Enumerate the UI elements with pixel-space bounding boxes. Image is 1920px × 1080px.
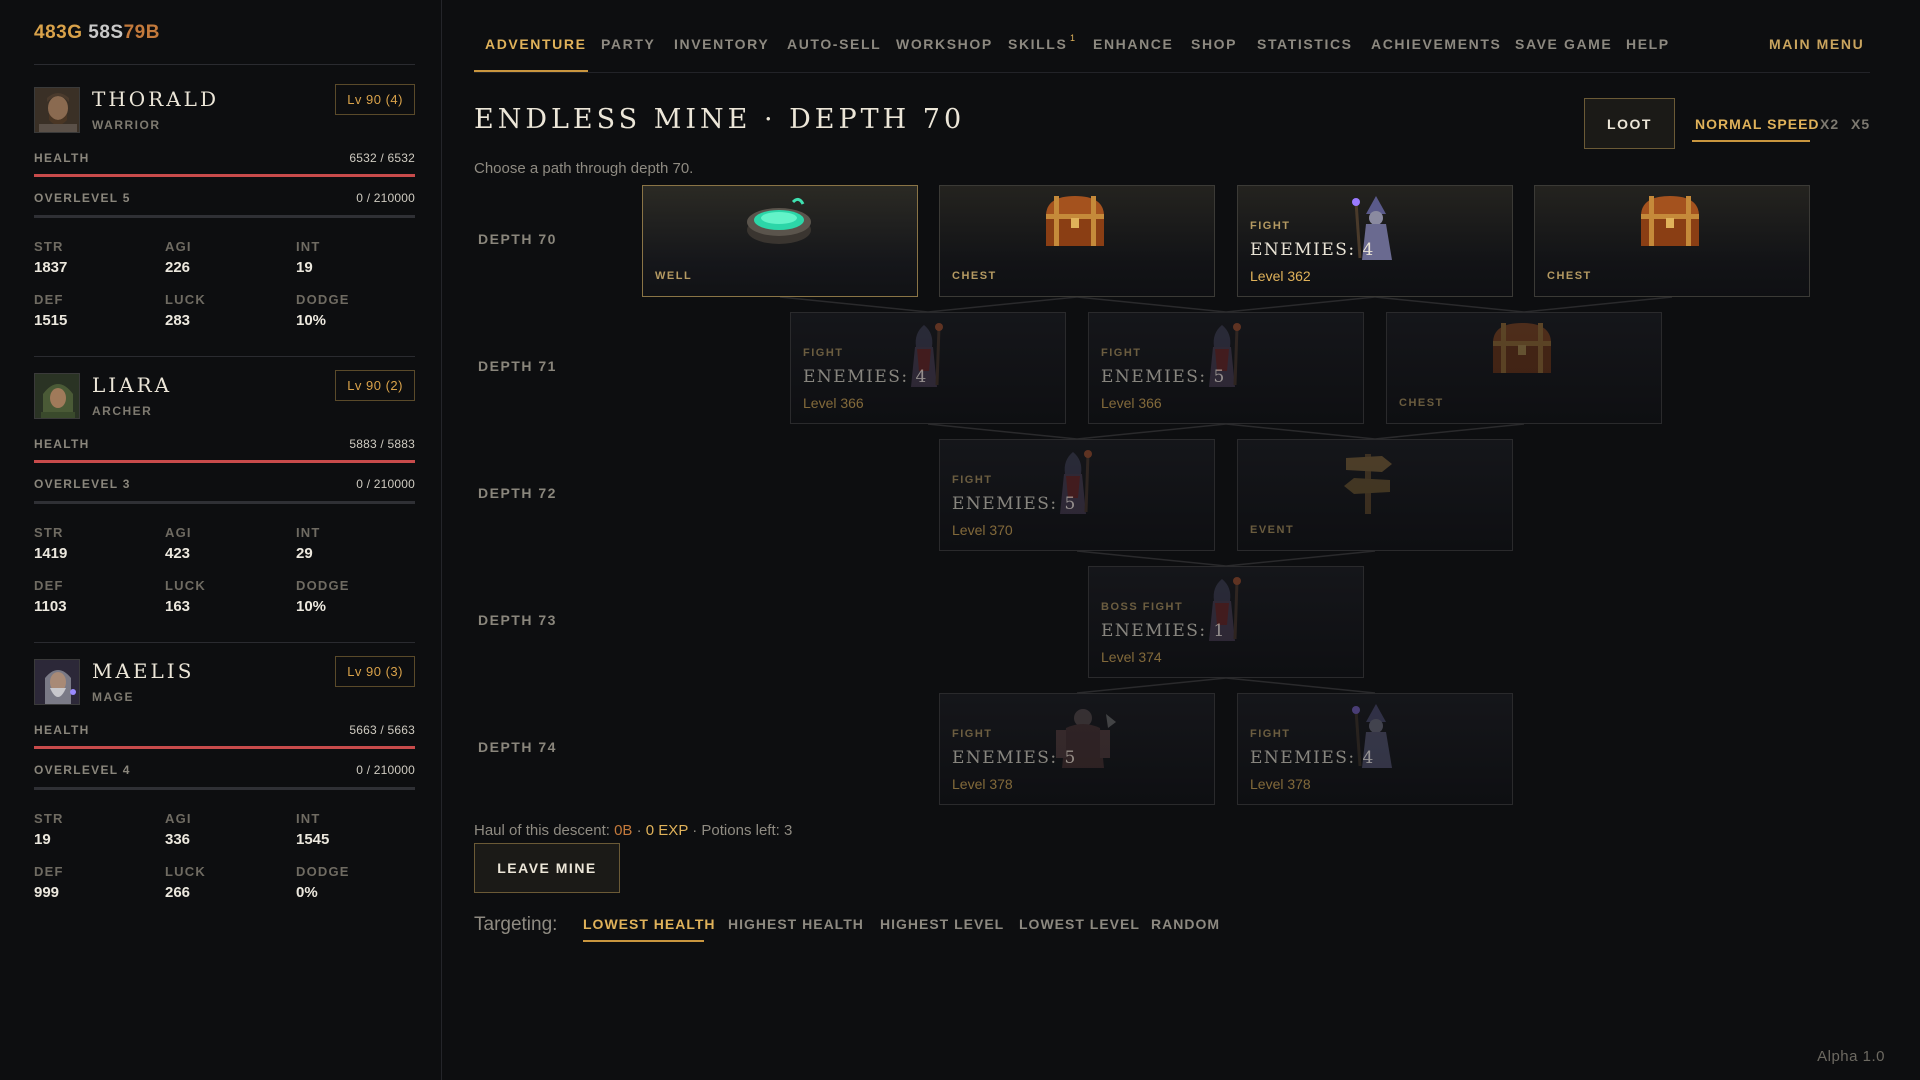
path-line <box>927 423 1078 440</box>
leave-mine-button[interactable]: LEAVE MINE <box>474 843 620 893</box>
chest-icon <box>1487 319 1557 382</box>
path-line <box>1076 550 1227 567</box>
node-enemies: ENEMIES: 4 <box>1250 748 1375 768</box>
path-line <box>1374 423 1525 440</box>
map-node-chest: CHEST <box>1386 312 1662 424</box>
node-enemies: ENEMIES: 4 <box>803 367 928 387</box>
map-node-fight[interactable]: FIGHT ENEMIES: 4 Level 362 <box>1237 185 1513 297</box>
node-type: CHEST <box>1399 397 1444 409</box>
node-type: FIGHT <box>1101 347 1142 359</box>
depth-label: DEPTH 74 <box>478 739 557 755</box>
targeting-highest-health[interactable]: HIGHEST HEALTH <box>728 916 864 932</box>
node-enemies: ENEMIES: 1 <box>1101 621 1226 641</box>
chest-icon <box>1040 192 1110 255</box>
path-line <box>1076 296 1227 313</box>
targeting-random[interactable]: RANDOM <box>1151 916 1220 932</box>
node-enemies: ENEMIES: 5 <box>952 748 1077 768</box>
targeting-lowest-level[interactable]: LOWEST LEVEL <box>1019 916 1140 932</box>
targeting-lowest-health[interactable]: LOWEST HEALTH <box>583 916 716 932</box>
node-type: BOSS FIGHT <box>1101 601 1184 613</box>
path-line <box>1076 423 1227 440</box>
haul-bronze: 0B <box>614 822 633 839</box>
node-type: FIGHT <box>952 728 993 740</box>
path-line <box>1225 550 1376 567</box>
node-type: FIGHT <box>1250 728 1291 740</box>
version-label: Alpha 1.0 <box>1817 1048 1885 1065</box>
map-node-boss-fight: BOSS FIGHT ENEMIES: 1 Level 374 <box>1088 566 1364 678</box>
path-line <box>1225 296 1376 313</box>
node-type: FIGHT <box>952 474 993 486</box>
path-line <box>779 296 929 313</box>
node-type: FIGHT <box>803 347 844 359</box>
targeting-highest-level[interactable]: HIGHEST LEVEL <box>880 916 1004 932</box>
map-node-fight: FIGHT ENEMIES: 4 Level 366 <box>790 312 1066 424</box>
node-level: Level 362 <box>1250 268 1311 284</box>
well-icon <box>743 192 815 253</box>
map-node-fight: FIGHT ENEMIES: 5 Level 370 <box>939 439 1215 551</box>
node-type: FIGHT <box>1250 220 1291 232</box>
depth-label: DEPTH 72 <box>478 485 557 501</box>
active-targeting-indicator <box>583 940 704 942</box>
node-enemies: ENEMIES: 4 <box>1250 240 1375 260</box>
node-level: Level 378 <box>1250 776 1311 792</box>
map-node-fight: FIGHT ENEMIES: 5 Level 366 <box>1088 312 1364 424</box>
map-node-chest[interactable]: CHEST <box>1534 185 1810 297</box>
haul-label: Haul of this descent: <box>474 822 610 839</box>
haul-potions: Potions left: 3 <box>701 822 793 839</box>
map-node-fight: FIGHT ENEMIES: 4 Level 378 <box>1237 693 1513 805</box>
node-type: CHEST <box>952 270 997 282</box>
map-node-event: EVENT <box>1237 439 1513 551</box>
node-level: Level 366 <box>1101 395 1162 411</box>
map-node-chest[interactable]: CHEST <box>939 185 1215 297</box>
path-line <box>927 296 1078 313</box>
map-node-fight: FIGHT ENEMIES: 5 Level 378 <box>939 693 1215 805</box>
node-level: Level 374 <box>1101 649 1162 665</box>
node-enemies: ENEMIES: 5 <box>1101 367 1226 387</box>
haul-exp: 0 EXP <box>645 822 689 839</box>
node-level: Level 370 <box>952 522 1013 538</box>
path-line <box>1523 296 1673 313</box>
path-line <box>1225 677 1376 694</box>
node-level: Level 378 <box>952 776 1013 792</box>
targeting-label: Targeting: <box>474 914 558 935</box>
node-level: Level 366 <box>803 395 864 411</box>
node-enemies: ENEMIES: 5 <box>952 494 1077 514</box>
path-line <box>1076 677 1227 694</box>
node-type: WELL <box>655 270 693 282</box>
depth-label: DEPTH 70 <box>478 231 557 247</box>
node-type: EVENT <box>1250 524 1295 536</box>
path-line <box>1374 296 1525 313</box>
depth-label: DEPTH 73 <box>478 612 557 628</box>
map-node-well[interactable]: WELL <box>642 185 918 297</box>
chest-icon <box>1635 192 1705 255</box>
path-line <box>1225 423 1376 440</box>
depth-label: DEPTH 71 <box>478 358 557 374</box>
node-type: CHEST <box>1547 270 1592 282</box>
haul-summary: Haul of this descent: 0B · 0 EXP · Potio… <box>474 822 793 839</box>
signpost-icon <box>1338 446 1398 521</box>
